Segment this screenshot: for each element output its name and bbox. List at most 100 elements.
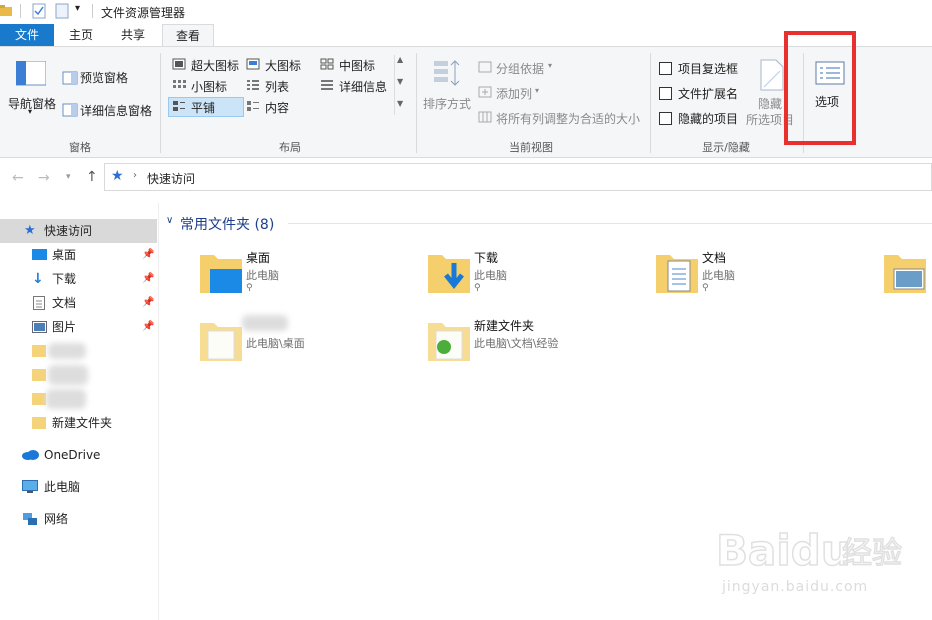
hide-selected-icon — [760, 59, 784, 91]
layout-content[interactable]: 内容 — [265, 99, 289, 116]
sidebar-item-downloads[interactable]: ↓ 下载 📌 — [0, 267, 157, 291]
breadcrumb-quick-access[interactable]: 快速访问 — [147, 170, 195, 187]
sort-by-button[interactable]: 排序方式 — [420, 57, 472, 121]
folder-path: 此电脑 — [246, 269, 279, 282]
group-by-icon — [478, 61, 492, 73]
sidebar-item-new-folder[interactable]: 新建文件夹 — [0, 411, 157, 435]
sidebar-item-blurred-3[interactable] — [0, 387, 157, 411]
folder-tile-new-folder[interactable]: 新建文件夹 此电脑\文档\经验 — [428, 315, 628, 371]
download-arrow-icon: ↓ — [32, 271, 44, 287]
sidebar-label: 快速访问 — [44, 224, 93, 238]
sidebar-item-this-pc[interactable]: 此电脑 — [0, 475, 157, 499]
pin-icon[interactable]: 📌 — [142, 267, 154, 291]
back-icon[interactable]: ← — [12, 170, 24, 186]
preview-pane-button[interactable]: 预览窗格 — [80, 69, 128, 86]
tab-file[interactable]: 文件 — [0, 24, 54, 46]
folder-tile-documents[interactable]: 文档 此电脑 ⚲ — [656, 247, 856, 303]
baidu-watermark: Baidu 经验 jingyan.baidu.com — [708, 521, 928, 601]
navigation-pane-icon — [16, 61, 46, 86]
layout-small-icons[interactable]: 小图标 — [191, 78, 227, 95]
window-title: 文件资源管理器 — [101, 6, 186, 20]
large-icons-icon — [246, 58, 260, 70]
tab-view[interactable]: 查看 — [162, 24, 214, 48]
pictures-icon — [32, 321, 47, 333]
pin-icon: ⚲ — [474, 283, 481, 293]
scroll-down-icon[interactable]: ▼ — [397, 77, 403, 86]
chevron-down-icon: ▾ — [28, 107, 33, 116]
documents-folder-icon — [656, 255, 698, 293]
item-checkboxes-label: 项目复选框 — [678, 62, 739, 76]
breadcrumb-chevron-icon[interactable]: › — [133, 170, 137, 181]
pin-icon[interactable]: 📌 — [142, 243, 154, 267]
sidebar-label: 此电脑 — [44, 480, 81, 494]
up-icon[interactable]: ↑ — [86, 169, 98, 185]
group-by-dropdown-icon: ▾ — [548, 61, 553, 70]
details-pane-button[interactable]: 详细信息窗格 — [80, 102, 152, 119]
file-extensions-checkbox[interactable] — [659, 87, 672, 100]
section-divider — [288, 223, 932, 224]
collapse-chevron-icon[interactable]: ∨ — [166, 215, 173, 226]
sidebar-item-pictures[interactable]: 图片 📌 — [0, 315, 157, 339]
document-icon — [33, 296, 45, 310]
watermark-url: jingyan.baidu.com — [722, 579, 869, 595]
sidebar-item-documents[interactable]: 文档 📌 — [0, 291, 157, 315]
folder-icon — [32, 393, 46, 405]
customize-toolbar-icon[interactable]: ▾ — [75, 3, 80, 14]
layout-extra-large-icons[interactable]: 超大图标 — [191, 57, 239, 74]
pin-icon[interactable]: 📌 — [142, 315, 154, 339]
sidebar-item-blurred-1[interactable] — [0, 339, 157, 363]
new-folder-quick-icon[interactable] — [55, 3, 69, 19]
fit-columns-button[interactable]: 将所有列调整为合适的大小 — [496, 110, 640, 127]
folder-icon — [32, 369, 46, 381]
recent-locations-icon[interactable]: ▾ — [66, 172, 71, 182]
sidebar-item-blurred-2[interactable] — [0, 363, 157, 387]
sidebar-label: OneDrive — [44, 448, 101, 462]
network-icon — [23, 513, 37, 525]
layout-gallery-scroll[interactable]: ▲ ▼ ▼ — [394, 55, 407, 115]
sidebar-label: 图片 — [52, 320, 77, 334]
quick-access-star-icon: ★ — [24, 223, 36, 238]
sidebar-item-quick-access[interactable]: ★ 快速访问 — [0, 219, 157, 243]
navigation-pane-button[interactable]: 导航窗格 ▾ — [4, 57, 58, 117]
folder-tile-desktop[interactable]: 桌面 此电脑 ⚲ — [200, 247, 400, 303]
hidden-items-label: 隐藏的项目 — [678, 112, 739, 126]
pin-icon[interactable]: 📌 — [142, 291, 154, 315]
add-column-button[interactable]: 添加列 — [496, 85, 532, 102]
list-icon — [247, 80, 259, 90]
layout-details[interactable]: 详细信息 — [339, 78, 387, 95]
folder-tile-blurred[interactable]: 此电脑\桌面 — [200, 315, 400, 371]
hidden-items-checkbox[interactable] — [659, 112, 672, 125]
options-highlight-box — [784, 31, 856, 145]
layout-list[interactable]: 列表 — [265, 78, 289, 95]
quick-access-star-icon: ★ — [111, 168, 124, 184]
content-area: ∨ 常用文件夹 (8) 桌面 此电脑 ⚲ 下载 此电脑 ⚲ 文档 此电脑 ⚲ 此… — [160, 203, 932, 620]
folder-tile-pictures[interactable] — [884, 247, 932, 303]
desktop-icon — [32, 249, 47, 260]
item-checkboxes-checkbox[interactable] — [659, 62, 672, 75]
section-title[interactable]: 常用文件夹 (8) — [180, 214, 274, 234]
tab-home[interactable]: 主页 — [56, 24, 106, 46]
address-bar[interactable]: ★ › 快速访问 — [104, 163, 932, 191]
sidebar-item-onedrive[interactable]: OneDrive — [0, 443, 157, 467]
group-by-button[interactable]: 分组依据 — [496, 60, 544, 77]
gallery-expand-icon[interactable]: ▼ — [397, 99, 403, 108]
baidu-jingyan-logo: Baidu 经验 — [715, 525, 903, 576]
tab-share[interactable]: 共享 — [108, 24, 158, 46]
content-icon — [247, 101, 259, 111]
properties-quick-icon[interactable] — [32, 3, 46, 19]
folder-tile-downloads[interactable]: 下载 此电脑 ⚲ — [428, 247, 628, 303]
scroll-up-icon[interactable]: ▲ — [397, 55, 403, 64]
group-label-layout: 布局 — [279, 141, 301, 154]
folder-path: 此电脑 — [474, 269, 507, 282]
layout-large-icons[interactable]: 大图标 — [265, 57, 301, 74]
group-label-panes: 窗格 — [69, 141, 91, 154]
sidebar-label: 文档 — [52, 296, 77, 310]
details-icon — [321, 80, 333, 90]
folder-path: 此电脑 — [702, 269, 735, 282]
layout-medium-icons[interactable]: 中图标 — [339, 57, 375, 74]
layout-tiles[interactable]: 平铺 — [191, 99, 215, 116]
computer-icon — [22, 480, 38, 493]
forward-icon[interactable]: → — [38, 170, 50, 186]
sidebar-item-network[interactable]: 网络 — [0, 507, 157, 531]
sidebar-item-desktop[interactable]: 桌面 📌 — [0, 243, 157, 267]
